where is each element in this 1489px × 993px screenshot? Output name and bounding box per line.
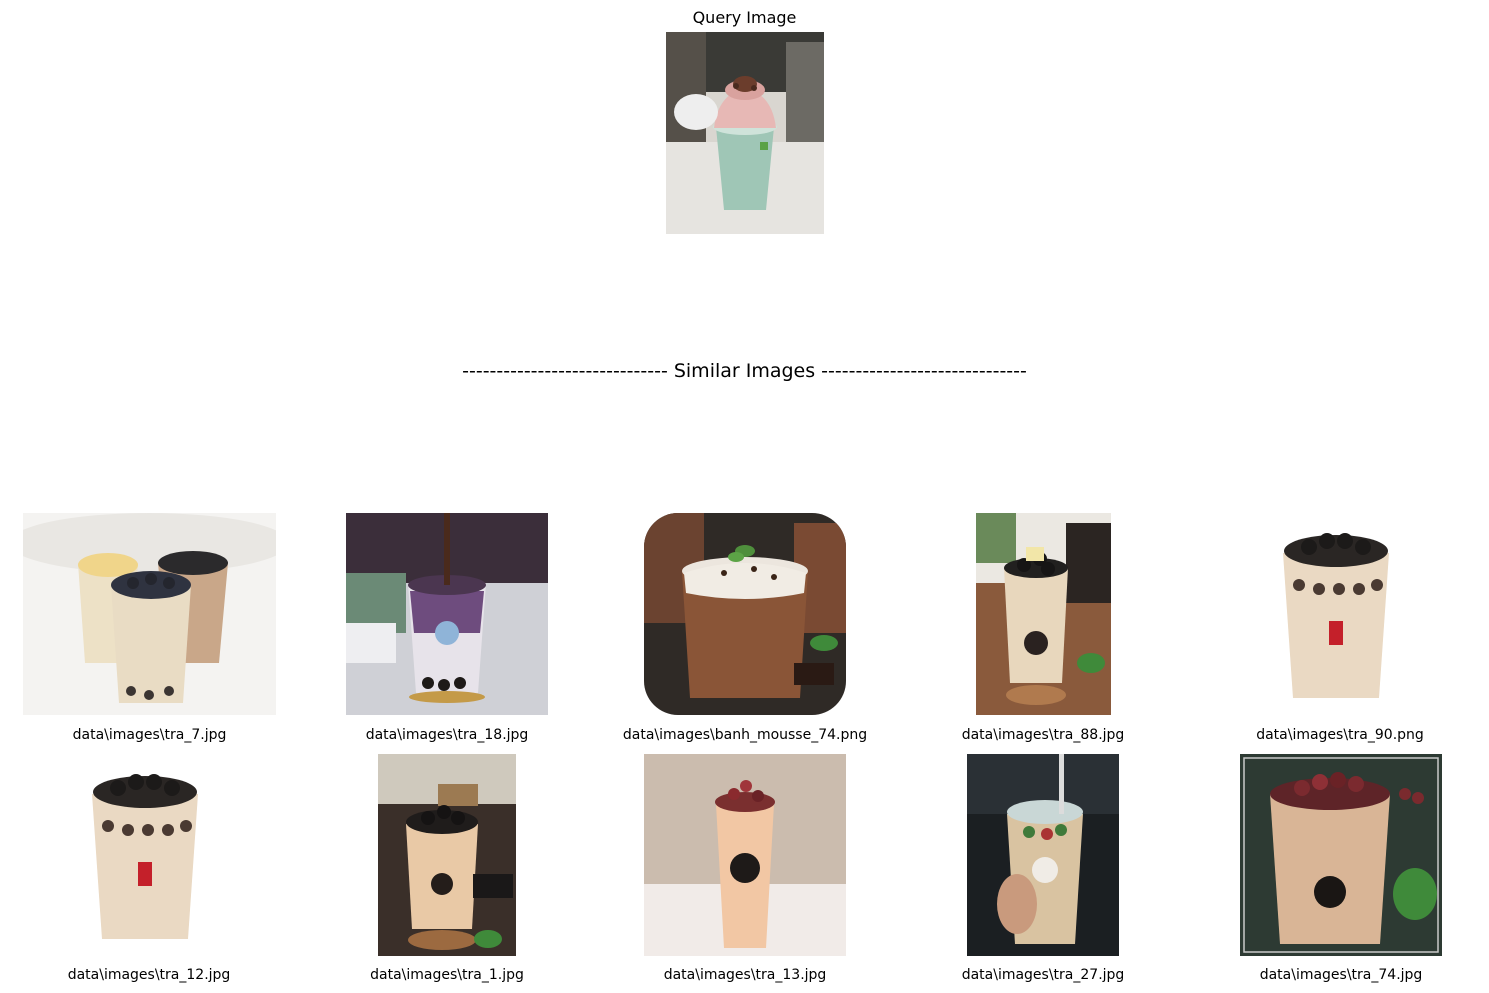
result-image-5[interactable] [1239, 513, 1441, 715]
result-image-2[interactable] [346, 513, 548, 715]
result-image-3[interactable] [644, 513, 846, 715]
result-caption-5: data\images\tra_90.png [1256, 727, 1424, 743]
similar-images-heading: ------------------------------ Similar I… [462, 360, 1027, 382]
result-image-6[interactable] [48, 754, 250, 956]
result-image-8[interactable] [644, 754, 846, 956]
result-caption-2: data\images\tra_18.jpg [365, 727, 529, 743]
result-image-7[interactable] [378, 754, 516, 956]
result-caption-7: data\images\tra_1.jpg [370, 967, 524, 983]
result-caption-9: data\images\tra_27.jpg [961, 967, 1125, 983]
result-image-1[interactable] [23, 513, 276, 715]
result-caption-1: data\images\tra_7.jpg [72, 727, 227, 743]
query-image [666, 32, 824, 234]
result-image-4[interactable] [976, 513, 1111, 715]
result-caption-3: data\images\banh_mousse_74.png [622, 727, 868, 743]
query-title: Query Image [692, 8, 797, 27]
result-caption-4: data\images\tra_88.jpg [961, 727, 1125, 743]
result-image-9[interactable] [967, 754, 1119, 956]
result-caption-8: data\images\tra_13.jpg [663, 967, 827, 983]
result-caption-10: data\images\tra_74.jpg [1259, 967, 1423, 983]
result-image-10[interactable] [1240, 754, 1442, 956]
result-caption-6: data\images\tra_12.jpg [67, 967, 231, 983]
